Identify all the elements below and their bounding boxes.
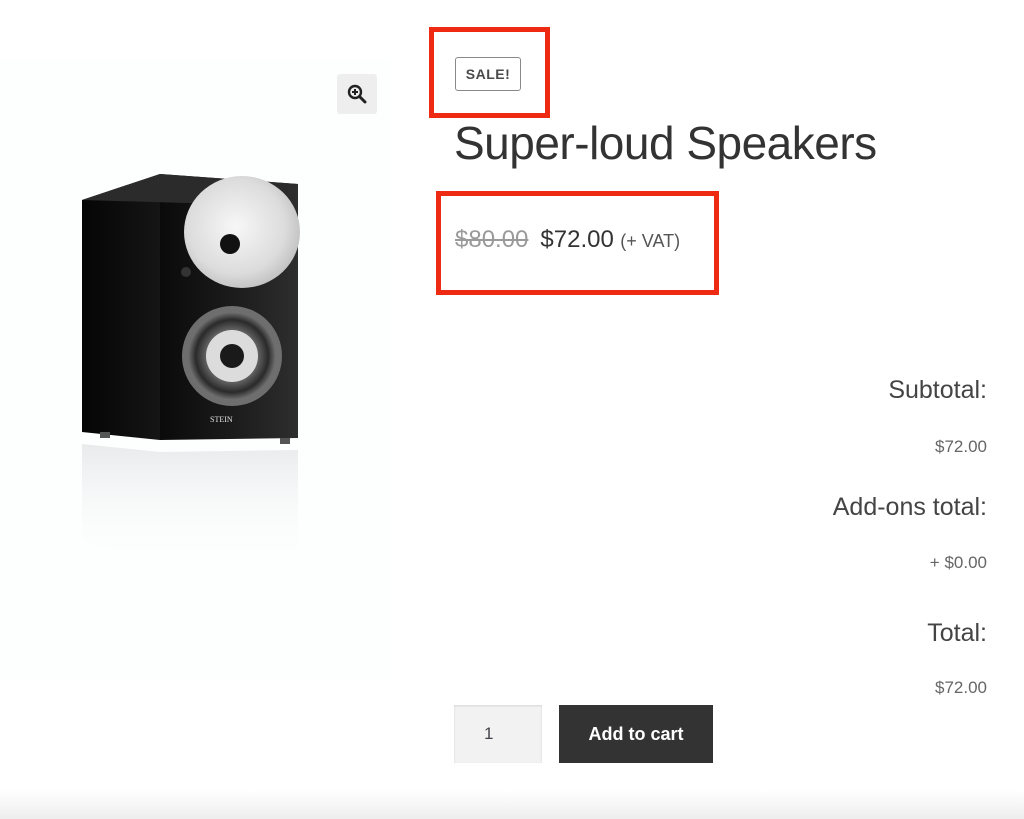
bottom-shadow — [0, 790, 1024, 819]
speaker-image: STEIN — [82, 174, 300, 570]
total-label: Total: — [927, 619, 987, 647]
sale-badge: SALE! — [455, 57, 521, 91]
subtotal-value: $72.00 — [935, 437, 987, 456]
addons-total-label: Add-ons total: — [832, 493, 987, 521]
subtotal-label: Subtotal: — [888, 376, 987, 404]
price-sale: $72.00 — [540, 226, 614, 253]
price-original: $80.00 — [455, 226, 529, 253]
price-suffix: (+ VAT) — [620, 231, 681, 251]
product-image[interactable]: STEIN — [60, 160, 320, 580]
price: $80.00 $72.00 (+ VAT) — [455, 226, 680, 254]
addons-total-value: + $0.00 — [929, 553, 987, 572]
quantity-input[interactable] — [454, 705, 542, 763]
svg-text:STEIN: STEIN — [210, 415, 233, 424]
product-title: Super-loud Speakers — [454, 117, 877, 169]
magnifier-zoom-icon — [347, 84, 367, 104]
add-to-cart-button[interactable]: Add to cart — [559, 705, 713, 763]
zoom-button[interactable] — [337, 74, 377, 114]
total-value: $72.00 — [935, 678, 987, 697]
